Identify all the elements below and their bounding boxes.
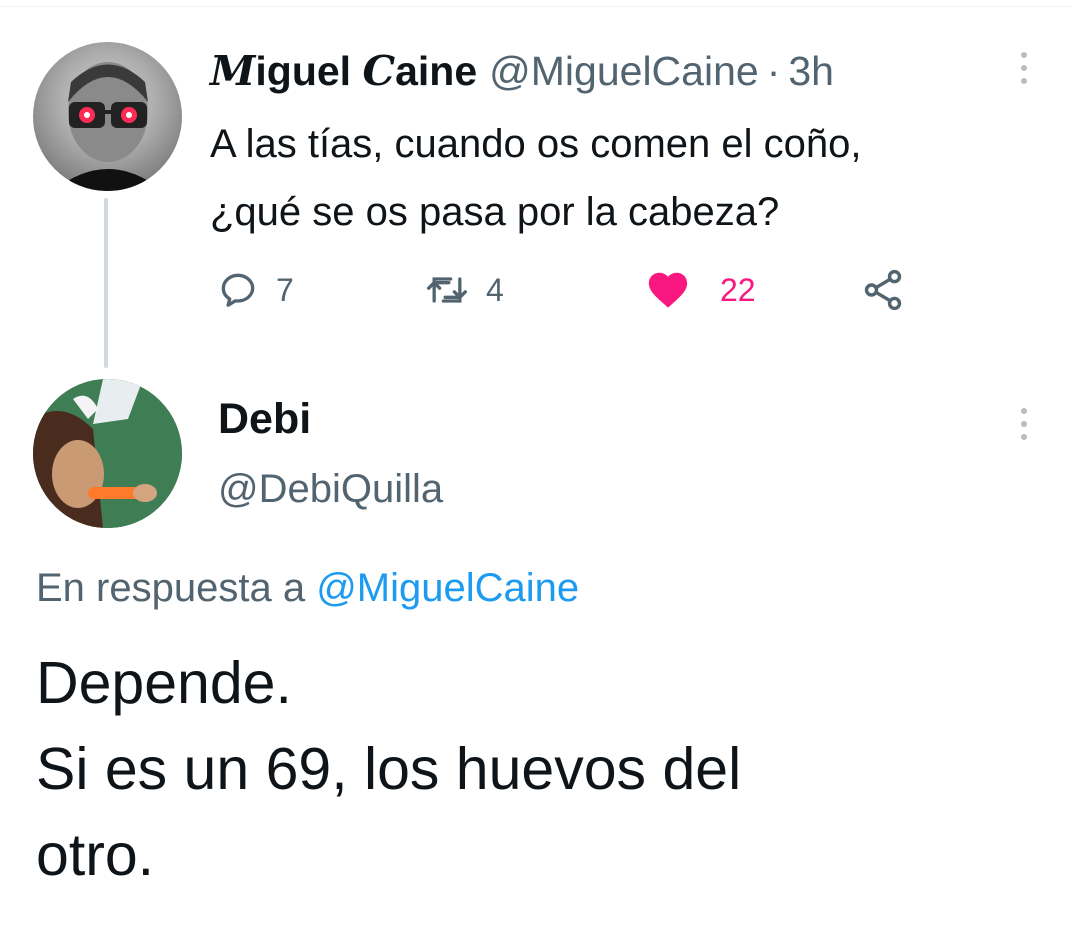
display-name[interactable]: Miguel Caine bbox=[210, 44, 477, 98]
share-button[interactable] bbox=[860, 262, 906, 318]
avatar-debi[interactable] bbox=[33, 379, 182, 528]
reply-text-line: Si es un 69, los huevos del bbox=[36, 736, 742, 802]
retweet-count: 4 bbox=[486, 271, 504, 308]
reply-button[interactable]: 7 bbox=[216, 262, 294, 318]
reply-display-name[interactable]: Debi bbox=[218, 392, 311, 446]
avatar-miguel-caine[interactable] bbox=[33, 42, 182, 191]
parent-tweet-header: Miguel Caine @MiguelCaine · 3h bbox=[210, 44, 834, 98]
reply-count: 7 bbox=[276, 271, 294, 308]
like-button[interactable]: 22 bbox=[644, 262, 756, 318]
more-icon[interactable] bbox=[1014, 404, 1034, 444]
avatar-portrait-image bbox=[53, 62, 163, 191]
thread-connector-line bbox=[104, 198, 108, 368]
like-count: 22 bbox=[720, 271, 756, 308]
reply-context: En respuesta a @MiguelCaine bbox=[36, 566, 580, 610]
reply-icon bbox=[221, 273, 255, 307]
retweet-button[interactable]: 4 bbox=[424, 262, 504, 318]
avatar-photo-image bbox=[33, 379, 182, 528]
separator-dot: · bbox=[766, 48, 781, 94]
retweet-icon bbox=[427, 277, 467, 303]
tweet-thread: Miguel Caine @MiguelCaine · 3h A las tía… bbox=[0, 0, 1072, 929]
reply-text-line: otro. bbox=[36, 822, 155, 888]
share-icon bbox=[864, 269, 902, 311]
reply-user-handle[interactable]: @DebiQuilla bbox=[218, 462, 443, 516]
reply-tweet-text: Depende. Si es un 69, los huevos del otr… bbox=[36, 640, 1036, 898]
more-icon[interactable] bbox=[1014, 48, 1034, 88]
mention-link[interactable]: @MiguelCaine bbox=[316, 566, 579, 610]
like-icon bbox=[648, 272, 688, 308]
reply-text-line: Depende. bbox=[36, 650, 292, 716]
tweet-actions: 7 4 22 bbox=[210, 262, 930, 318]
timestamp[interactable]: 3h bbox=[788, 44, 834, 98]
parent-tweet-text: A las tías, cuando os comen el coño, ¿qu… bbox=[210, 122, 862, 234]
user-handle[interactable]: @MiguelCaine bbox=[489, 44, 759, 98]
top-divider bbox=[0, 6, 1072, 7]
